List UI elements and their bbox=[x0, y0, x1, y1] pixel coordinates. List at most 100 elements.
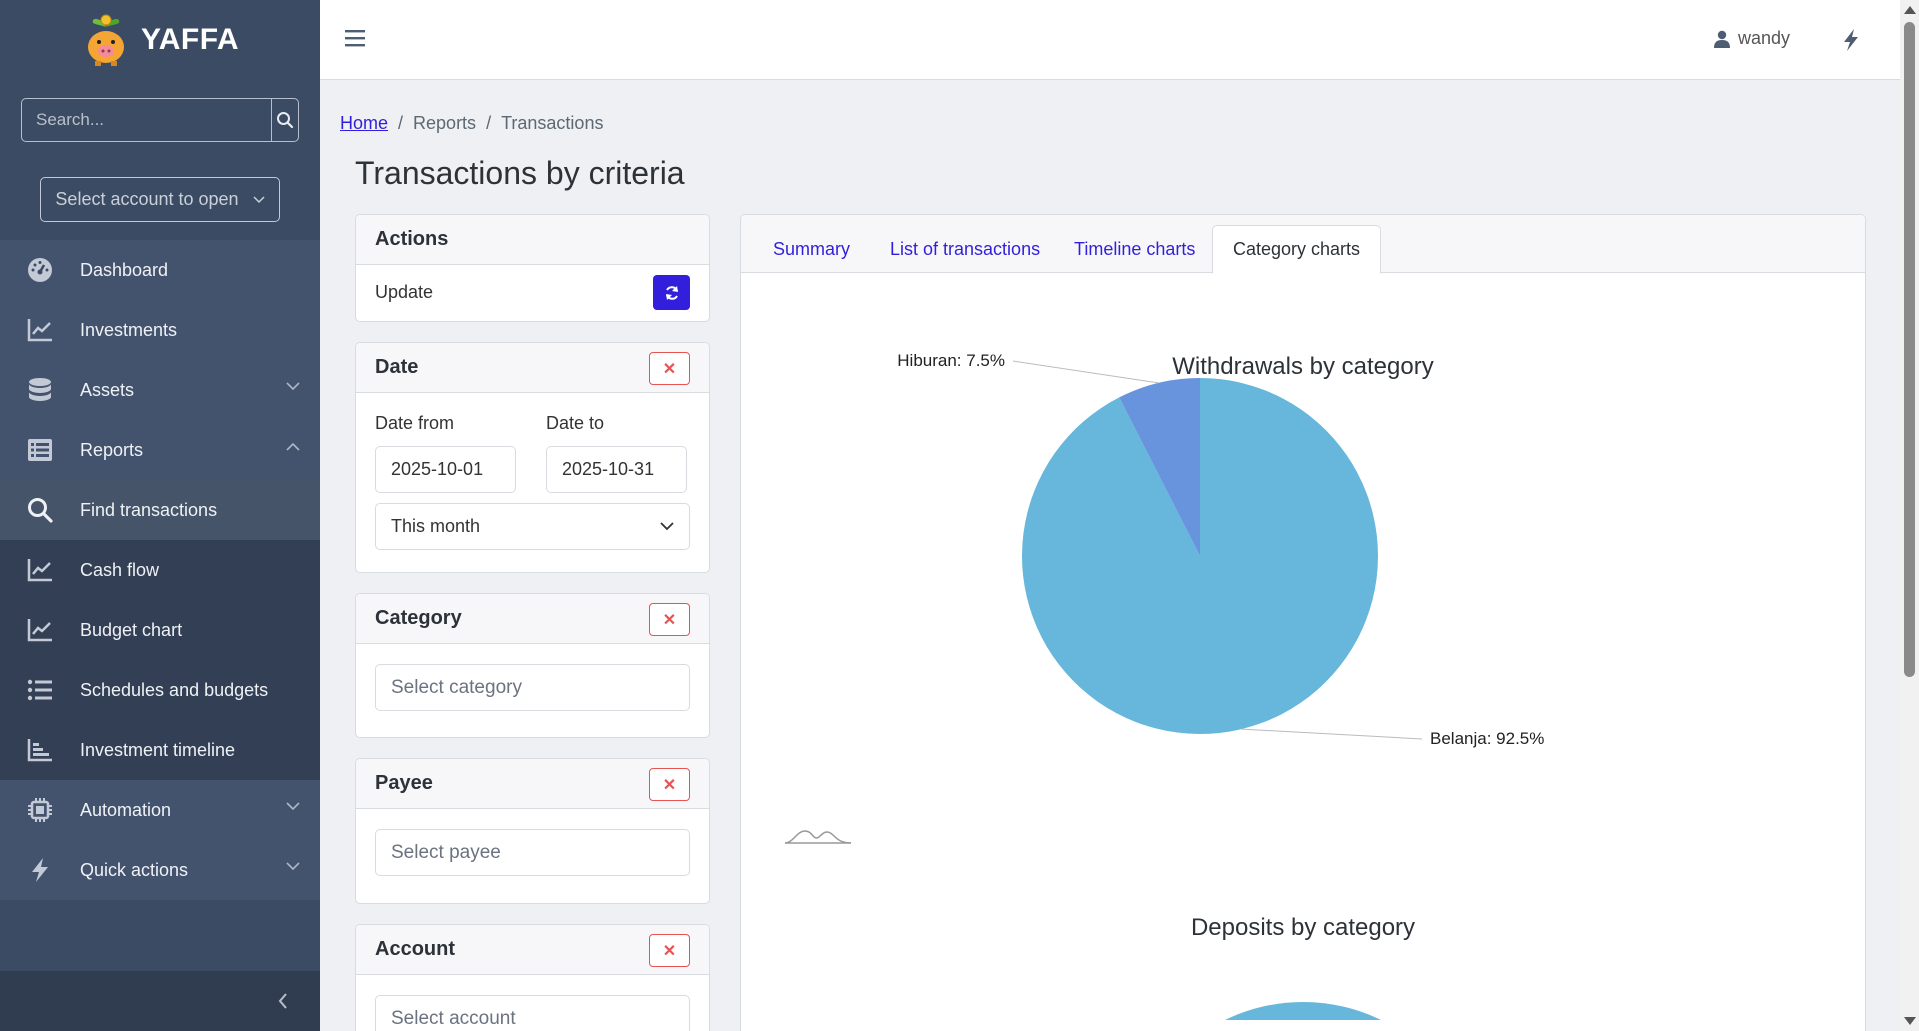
search-icon bbox=[277, 112, 294, 129]
menu-toggle-button[interactable] bbox=[344, 28, 366, 53]
payee-title: Payee bbox=[375, 772, 433, 794]
chevron-down-icon bbox=[253, 195, 265, 203]
sidebar-item-label: Find transactions bbox=[80, 499, 218, 520]
card-body: Select account bbox=[356, 975, 709, 1031]
breadcrumb-current: Transactions bbox=[501, 113, 604, 133]
clear-date-button[interactable]: ✕ bbox=[649, 352, 690, 385]
chart-line-icon bbox=[26, 556, 54, 584]
scroll-thumb[interactable] bbox=[1904, 22, 1915, 677]
search-button[interactable] bbox=[271, 99, 298, 141]
sidebar-item-find-transactions[interactable]: Find transactions bbox=[0, 480, 320, 540]
chip-icon bbox=[26, 796, 54, 824]
brand[interactable]: YAFFA bbox=[0, 0, 320, 80]
sidebar-item-label: Schedules and budgets bbox=[80, 679, 269, 700]
breadcrumb-separator: / bbox=[398, 113, 404, 133]
date-from-input[interactable]: 2025-10-01 bbox=[375, 446, 516, 493]
chevron-left-icon bbox=[278, 993, 287, 1009]
bolt-icon bbox=[1844, 29, 1858, 51]
date-preset-value: This month bbox=[391, 516, 481, 536]
refresh-icon bbox=[665, 285, 678, 300]
hamburger-icon bbox=[345, 30, 365, 47]
page-scrollbar[interactable] bbox=[1900, 0, 1919, 1031]
account-select-label: Select account to open bbox=[55, 189, 239, 209]
sidebar-item-label: Reports bbox=[80, 439, 144, 460]
deposits-pie-slice[interactable] bbox=[1225, 1002, 1381, 1020]
actions-card: Actions Update bbox=[355, 214, 710, 322]
close-icon: ✕ bbox=[662, 611, 677, 629]
close-icon: ✕ bbox=[662, 776, 677, 794]
card-body: Select category bbox=[356, 644, 709, 731]
sidebar-item-investment-timeline[interactable]: Investment timeline bbox=[0, 720, 320, 780]
date-inputs: 2025-10-01 2025-10-31 bbox=[375, 446, 690, 493]
date-labels: Date from Date to bbox=[375, 413, 690, 434]
user-menu[interactable]: wandy bbox=[1713, 28, 1790, 49]
sidebar-nav: Dashboard Investments Assets Reports Fin… bbox=[0, 240, 320, 900]
sidebar-item-label: Automation bbox=[80, 799, 172, 820]
sidebar-item-cash-flow[interactable]: Cash flow bbox=[0, 540, 320, 600]
sidebar-item-label: Investment timeline bbox=[80, 739, 236, 760]
update-button[interactable] bbox=[653, 275, 690, 310]
payee-select[interactable]: Select payee bbox=[375, 829, 690, 876]
page-title: Transactions by criteria bbox=[355, 155, 685, 191]
sidebar-item-assets[interactable]: Assets bbox=[0, 360, 320, 420]
card-header: Actions bbox=[356, 215, 709, 265]
sidebar-item-quick-actions[interactable]: Quick actions bbox=[0, 840, 320, 900]
category-card: Category ✕ Select category bbox=[355, 593, 710, 738]
sidebar-item-dashboard[interactable]: Dashboard bbox=[0, 240, 320, 300]
sidebar: YAFFA Select account to open Dashboard I… bbox=[0, 0, 320, 1031]
chart-line-icon bbox=[26, 316, 54, 344]
date-from-label: Date from bbox=[375, 413, 455, 433]
date-preset-select[interactable]: This month bbox=[375, 503, 690, 550]
card-body: Select payee bbox=[356, 809, 709, 896]
list-icon bbox=[26, 676, 54, 704]
account-card: Account ✕ Select account bbox=[355, 924, 710, 1031]
sidebar-item-label: Cash flow bbox=[80, 559, 160, 580]
breadcrumb-separator: / bbox=[486, 113, 492, 133]
search-input[interactable] bbox=[22, 99, 271, 141]
actions-title: Actions bbox=[375, 228, 449, 250]
sidebar-toggle[interactable] bbox=[0, 971, 320, 1031]
chart-line-icon bbox=[26, 616, 54, 644]
table-list-icon bbox=[26, 436, 54, 464]
date-to-input[interactable]: 2025-10-31 bbox=[546, 446, 687, 493]
chevron-up-icon bbox=[286, 442, 300, 451]
sidebar-item-budget-chart[interactable]: Budget chart bbox=[0, 600, 320, 660]
chart-bar-icon bbox=[26, 736, 54, 764]
account-select[interactable]: Select account to open bbox=[40, 177, 280, 222]
sidebar-item-label: Quick actions bbox=[80, 859, 189, 880]
results-card: Summary List of transactions Timeline ch… bbox=[740, 214, 1866, 1031]
user-icon bbox=[1713, 30, 1730, 48]
clear-payee-button[interactable]: ✕ bbox=[649, 768, 690, 801]
top-header: wandy bbox=[320, 0, 1900, 80]
quick-actions-button[interactable] bbox=[1842, 28, 1860, 57]
card-body: Date from Date to 2025-10-01 2025-10-31 … bbox=[356, 393, 709, 570]
scroll-down-arrow-icon[interactable] bbox=[1904, 1017, 1916, 1025]
date-title: Date bbox=[375, 356, 419, 378]
category-title: Category bbox=[375, 607, 462, 629]
sidebar-item-label: Budget chart bbox=[80, 619, 183, 640]
chevron-down-icon bbox=[286, 382, 300, 391]
clear-account-button[interactable]: ✕ bbox=[649, 934, 690, 967]
username: wandy bbox=[1737, 28, 1790, 48]
chevron-down-icon bbox=[660, 522, 674, 531]
card-header: Category ✕ bbox=[356, 594, 709, 644]
sidebar-item-label: Dashboard bbox=[80, 259, 169, 280]
scroll-up-arrow-icon[interactable] bbox=[1904, 6, 1916, 14]
close-icon: ✕ bbox=[662, 942, 677, 960]
database-icon bbox=[26, 376, 54, 404]
chevron-down-icon bbox=[286, 862, 300, 871]
card-header: Account ✕ bbox=[356, 925, 709, 975]
brand-name: YAFFA bbox=[140, 23, 240, 56]
sidebar-item-automation[interactable]: Automation bbox=[0, 780, 320, 840]
card-header: Date ✕ bbox=[356, 343, 709, 393]
clear-category-button[interactable]: ✕ bbox=[649, 603, 690, 636]
account-select-field[interactable]: Select account bbox=[375, 995, 690, 1031]
breadcrumb-reports: Reports bbox=[413, 113, 477, 133]
category-select[interactable]: Select category bbox=[375, 664, 690, 711]
sidebar-item-reports[interactable]: Reports bbox=[0, 420, 320, 480]
piggy-bank-logo-icon bbox=[87, 14, 124, 66]
sidebar-item-investments[interactable]: Investments bbox=[0, 300, 320, 360]
gauge-icon bbox=[26, 256, 54, 284]
breadcrumb-home-link[interactable]: Home bbox=[340, 113, 388, 134]
sidebar-item-schedules-and-budgets[interactable]: Schedules and budgets bbox=[0, 660, 320, 720]
